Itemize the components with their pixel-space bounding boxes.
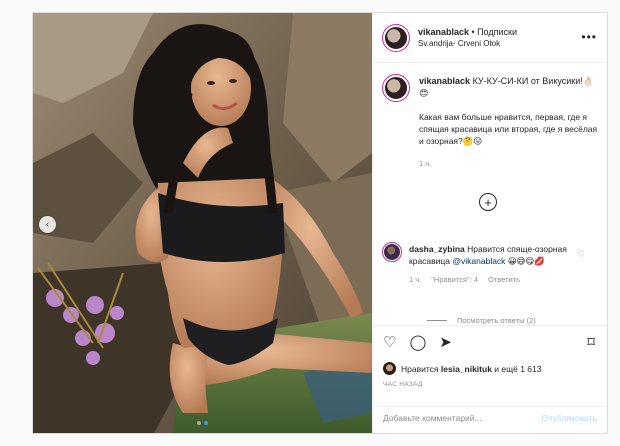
plus-icon: +	[484, 194, 492, 210]
caption-text: Какая вам больше нравится, первая, где я…	[419, 112, 598, 146]
more-options-icon[interactable]: •••	[581, 31, 597, 43]
previous-photo-button[interactable]: ‹	[39, 216, 56, 233]
view-replies-label: Посмотреть ответы (2)	[457, 316, 536, 325]
load-more-comments-button[interactable]: +	[479, 193, 497, 211]
share-icon[interactable]: ➤	[439, 335, 452, 350]
comment-mention[interactable]: @vikanablack	[452, 256, 505, 266]
bookmark-icon[interactable]: ⌑	[587, 335, 595, 350]
carousel-dot-active	[204, 421, 208, 425]
post-caption: vikanablack КУ-КУ-СИ-КИ от Викусики!👌🏻😍 …	[382, 74, 599, 170]
likes-suffix[interactable]: и ещё 1 613	[494, 364, 541, 374]
reply-button[interactable]: Ответить	[488, 274, 520, 286]
commenter-username[interactable]: dasha_zybina	[409, 244, 465, 254]
comment-time: 1 ч.	[409, 275, 422, 284]
caption-avatar[interactable]	[382, 74, 410, 102]
photo-illustration	[33, 13, 372, 433]
comment-likes[interactable]: "Нравится": 4	[431, 274, 478, 286]
add-comment-bar: Опубликовать	[373, 406, 607, 428]
author-username[interactable]: vikanablack	[418, 27, 469, 37]
caption-username[interactable]: vikanablack	[419, 76, 470, 86]
likes-prefix: Нравится	[401, 363, 439, 374]
likes-summary[interactable]: Нравится lesia_nikituk и ещё 1 613	[383, 362, 542, 375]
liker-avatar	[383, 362, 396, 375]
comment-like-icon[interactable]: ♡	[577, 249, 585, 260]
comment-icon[interactable]: ◯	[409, 335, 426, 350]
author-info: vikanablack • Подписки Sv.andrija- Crven…	[418, 26, 517, 50]
view-replies-button[interactable]: Посмотреть ответы (2)	[427, 316, 536, 325]
post-header: vikanablack • Подписки Sv.andrija- Crven…	[373, 13, 607, 63]
comment-input[interactable]	[383, 412, 542, 423]
post-actions: ♡ ◯ ➤ ⌑ Нравится lesia_nikituk и ещё 1 6…	[373, 325, 607, 427]
comment-emoji: 😀😅😋💋	[507, 256, 545, 266]
following-label[interactable]: • Подписки	[471, 27, 517, 37]
publish-button[interactable]: Опубликовать	[541, 413, 597, 423]
commenter-avatar[interactable]	[382, 242, 402, 262]
post-card: ‹ vikanablack • Подписки Sv.andrija- Crv…	[32, 12, 608, 434]
caption-time: 1 ч.	[419, 159, 432, 168]
comment-item: dasha_zybina Нравится спяще-озорная крас…	[382, 242, 599, 286]
post-sidebar: vikanablack • Подписки Sv.andrija- Crven…	[372, 13, 607, 433]
replies-line	[427, 320, 447, 321]
carousel-dots	[33, 421, 372, 425]
post-location[interactable]: Sv.andrija- Crveni Otok	[418, 38, 517, 50]
post-time-ago: ЧАС НАЗАД	[383, 381, 423, 388]
post-photo[interactable]: ‹	[33, 13, 372, 433]
author-avatar[interactable]	[382, 23, 410, 52]
like-icon[interactable]: ♡	[383, 335, 396, 350]
carousel-dot	[197, 421, 201, 425]
liker-username[interactable]: lesia_nikituk	[441, 364, 492, 374]
chevron-left-icon: ‹	[45, 219, 50, 230]
